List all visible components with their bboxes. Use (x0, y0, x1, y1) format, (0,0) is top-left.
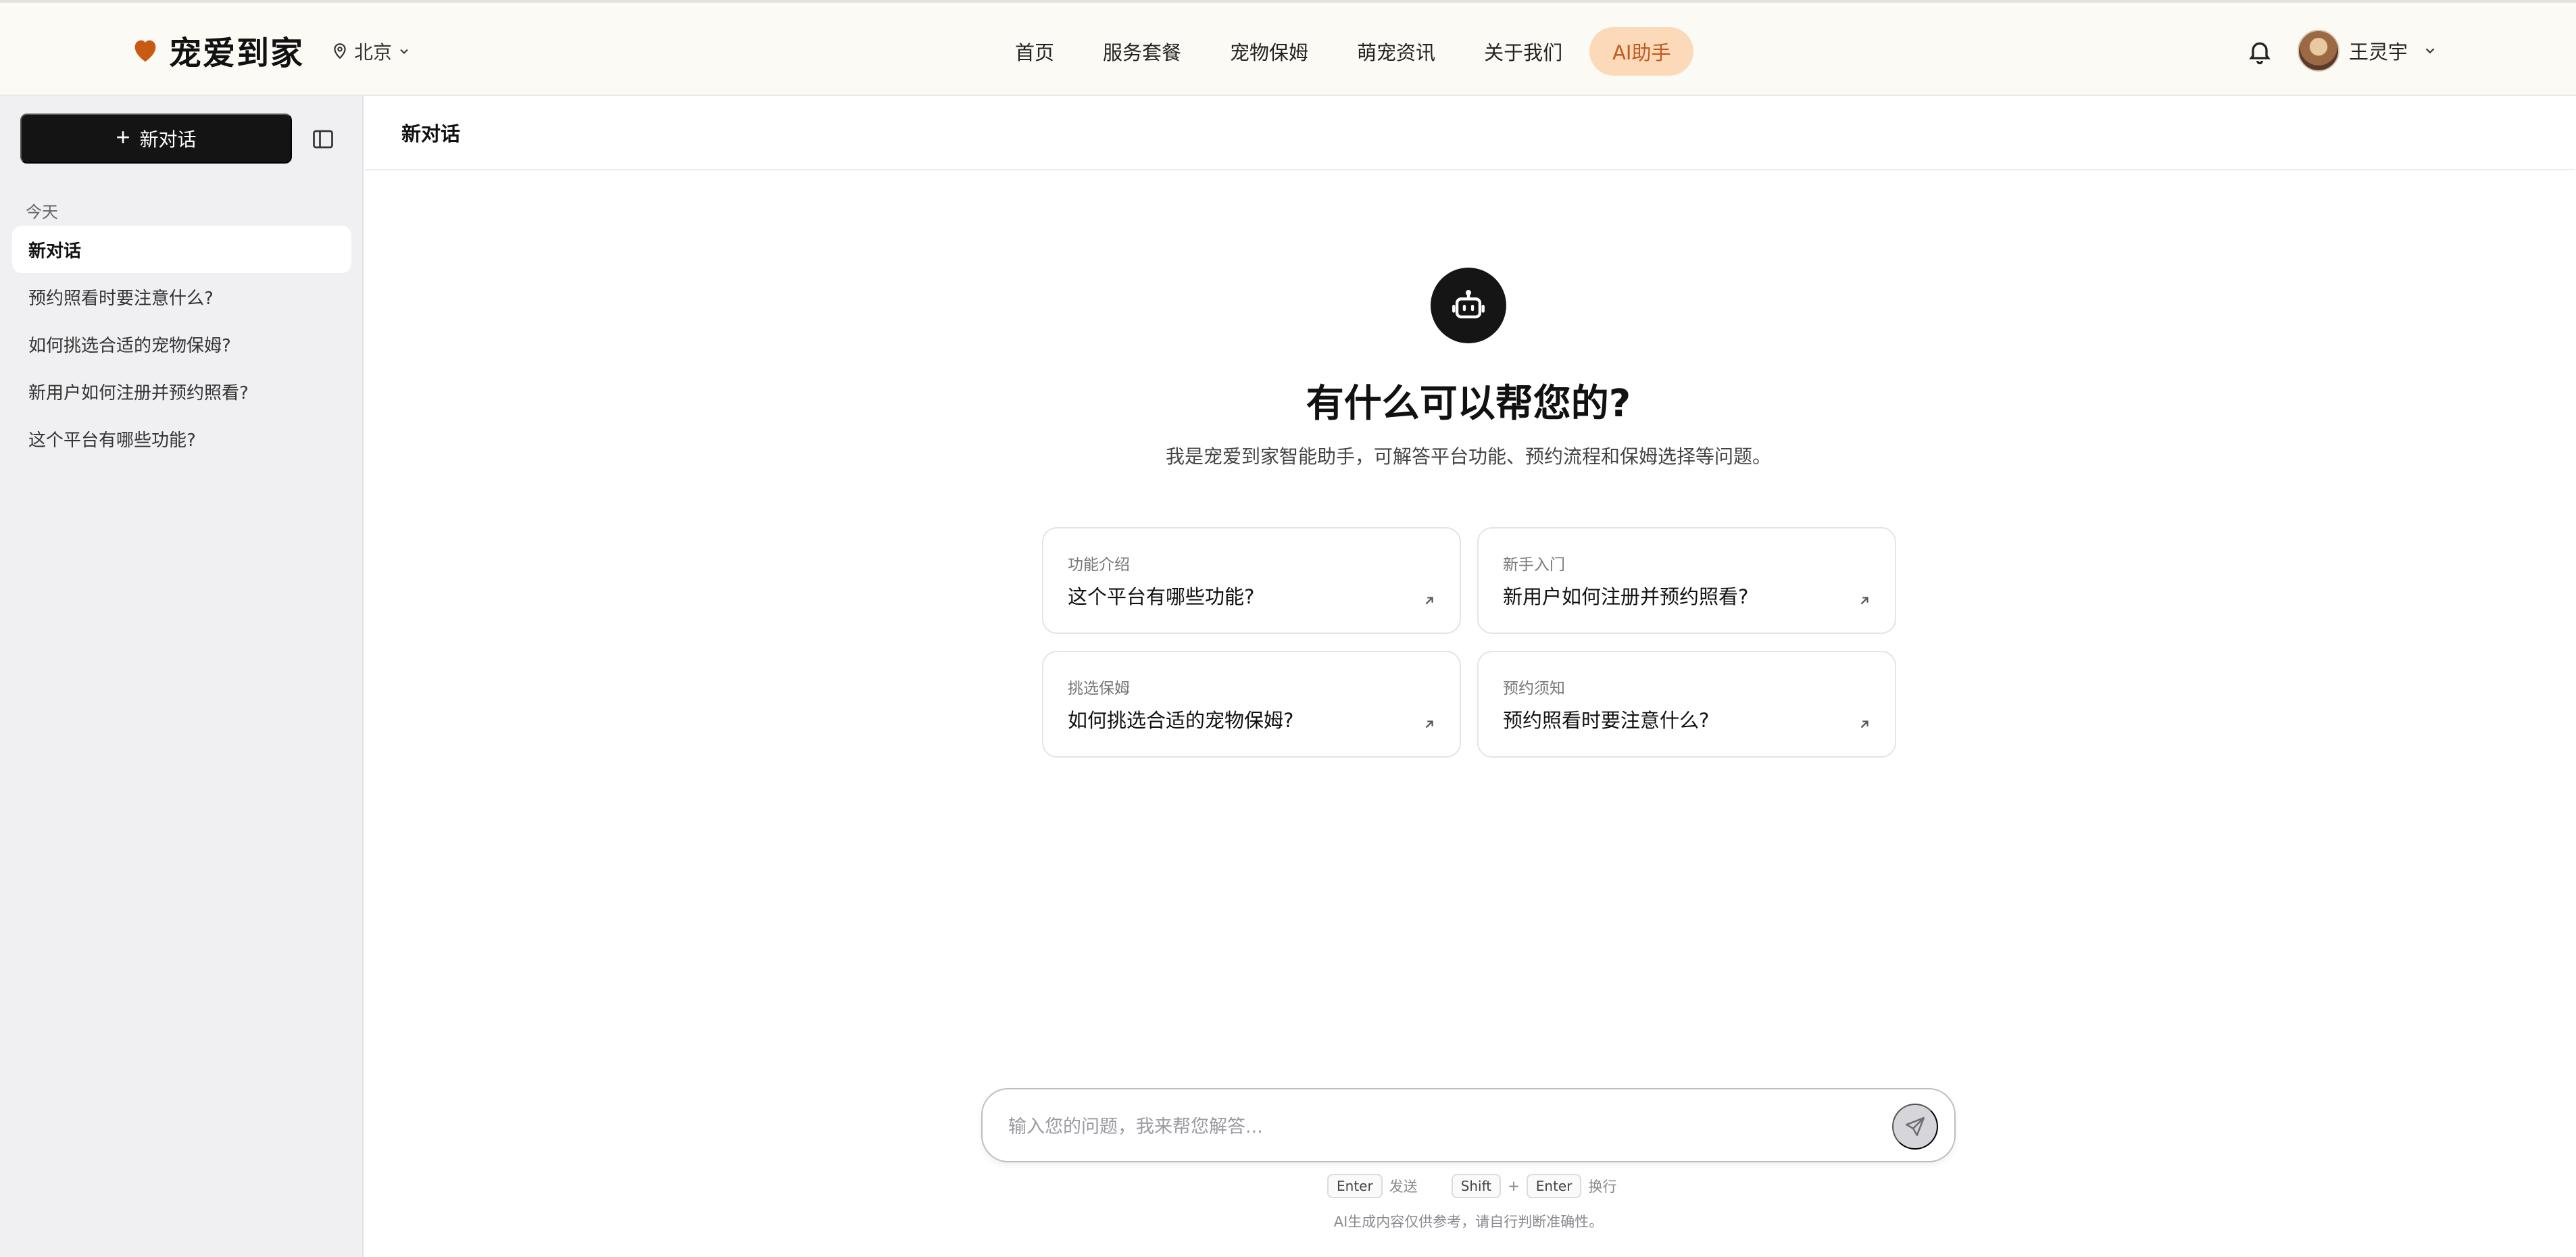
main-nav: 首页 服务套餐 宠物保姆 萌宠资讯 关于我们 AI助手 (991, 27, 1694, 76)
suggestion-question: 新用户如何注册并预约照看? (1503, 585, 1749, 608)
arrow-up-right-icon (1860, 597, 1868, 605)
suggestion-question: 如何挑选合适的宠物保姆? (1068, 709, 1294, 732)
suggestion-question: 这个平台有哪些功能? (1068, 585, 1255, 608)
suggestion-card-features[interactable]: 功能介绍 这个平台有哪些功能? (1042, 527, 1461, 634)
conversation-item[interactable]: 如何挑选合适的宠物保姆? (12, 320, 351, 368)
suggestion-tag: 挑选保姆 (1068, 680, 1130, 697)
send-icon (1905, 1116, 1925, 1137)
suggestion-card-booking-notes[interactable]: 预约须知 预约照看时要注意什么? (1477, 651, 1896, 758)
location-pin-icon (334, 43, 346, 59)
suggestion-tag: 预约须知 (1503, 680, 1565, 697)
chevron-down-icon (2425, 48, 2435, 54)
nav-service-packages[interactable]: 服务套餐 (1079, 27, 1206, 76)
brand-logo[interactable]: 宠爱到家 (130, 27, 304, 73)
conversation-sidebar: + 新对话 今天 新对话 预约照看时要注意什么? 如何挑选合适的宠物保姆? 新用… (0, 96, 364, 1257)
arrow-up-right-icon (1860, 720, 1868, 729)
chat-header: 新对话 (365, 96, 2575, 170)
nav-home[interactable]: 首页 (991, 27, 1079, 76)
sidebar-panel-icon[interactable] (311, 127, 335, 151)
city-name: 北京 (354, 41, 393, 64)
city-selector[interactable]: 北京 (331, 36, 411, 66)
section-label-today: 今天 (26, 203, 58, 222)
hero-title: 有什么可以帮您的? (1306, 382, 1631, 426)
avatar (2298, 30, 2339, 72)
bell-icon[interactable] (2246, 38, 2273, 65)
chat-title: 新对话 (401, 122, 461, 145)
new-chat-label: 新对话 (139, 129, 197, 150)
kbd-enter: Enter (1526, 1174, 1582, 1198)
top-navigation: 宠爱到家 北京 首页 服务套餐 宠物保姆 萌宠资讯 关于我们 AI助手 王灵宇 (0, 0, 2576, 96)
nav-pet-news[interactable]: 萌宠资讯 (1333, 27, 1460, 76)
kbd-shift: Shift (1451, 1174, 1502, 1198)
kbd-enter: Enter (1327, 1174, 1383, 1198)
arrow-up-right-icon (1425, 720, 1433, 729)
suggestion-card-choose-sitter[interactable]: 挑选保姆 如何挑选合适的宠物保姆? (1042, 651, 1461, 758)
hint-newline: 换行 (1588, 1179, 1617, 1195)
user-menu[interactable]: 王灵宇 (2298, 28, 2437, 73)
suggestion-tag: 功能介绍 (1068, 556, 1130, 574)
suggestion-tag: 新手入门 (1503, 556, 1565, 574)
nav-about-us[interactable]: 关于我们 (1460, 27, 1587, 76)
conversation-item[interactable]: 新用户如何注册并预约照看? (12, 368, 351, 415)
assistant-avatar (1431, 268, 1506, 343)
message-composer (981, 1088, 1956, 1162)
conversation-list: 新对话 预约照看时要注意什么? 如何挑选合适的宠物保姆? 新用户如何注册并预约照… (12, 226, 351, 462)
conversation-item[interactable]: 预约照看时要注意什么? (12, 273, 351, 320)
plus-icon: + (116, 123, 130, 151)
heart-icon (134, 40, 156, 62)
conversation-item[interactable]: 新对话 (12, 226, 351, 273)
nav-pet-sitters[interactable]: 宠物保姆 (1206, 27, 1333, 76)
chevron-down-icon (400, 49, 408, 54)
brand-name: 宠爱到家 (169, 34, 305, 72)
arrow-up-right-icon (1425, 597, 1433, 605)
suggestion-card-getting-started[interactable]: 新手入门 新用户如何注册并预约照看? (1477, 527, 1896, 634)
robot-icon (1452, 290, 1485, 319)
suggestion-question: 预约照看时要注意什么? (1503, 709, 1710, 732)
keyboard-hints: Enter 发送 Shift + Enter 换行 (1327, 1173, 1616, 1199)
hint-send: 发送 (1389, 1179, 1418, 1195)
new-chat-button[interactable]: + 新对话 (20, 114, 292, 164)
message-input[interactable] (1008, 1110, 1860, 1143)
nav-ai-assistant[interactable]: AI助手 (1589, 27, 1694, 76)
send-button[interactable] (1892, 1104, 1938, 1150)
user-name: 王灵宇 (2349, 41, 2408, 64)
hero-subtitle: 我是宠爱到家智能助手，可解答平台功能、预约流程和保姆选择等问题。 (1165, 445, 1771, 468)
ai-disclaimer: AI生成内容仅供参考，请自行判断准确性。 (1333, 1214, 1604, 1230)
hint-plus: + (1508, 1178, 1520, 1194)
conversation-item[interactable]: 这个平台有哪些功能? (12, 415, 351, 462)
